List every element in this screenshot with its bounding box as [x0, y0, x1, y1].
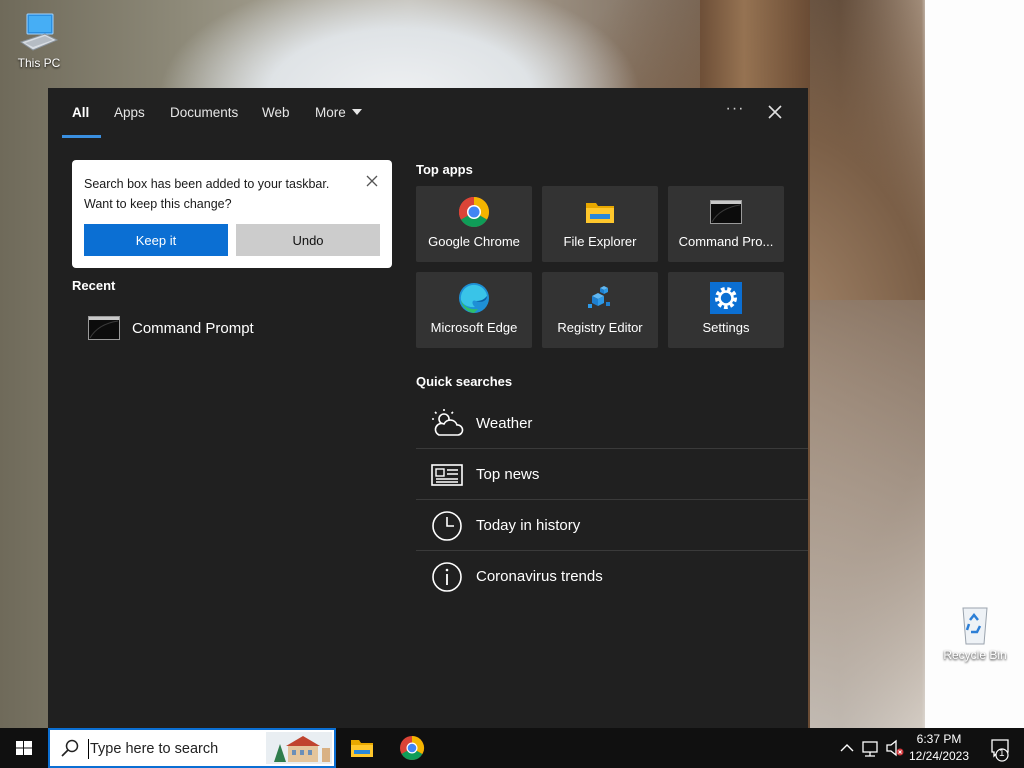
edge-icon	[459, 283, 489, 313]
taskbar-search-box[interactable]: Type here to search	[48, 728, 336, 768]
recent-heading: Recent	[72, 278, 116, 293]
tab-documents[interactable]: Documents	[170, 105, 238, 120]
top-app-label: Microsoft Edge	[430, 320, 518, 335]
search-icon	[61, 739, 79, 757]
network-icon[interactable]	[860, 728, 882, 768]
tab-more[interactable]: More	[315, 105, 362, 120]
quick-search-label: Coronavirus trends	[476, 568, 603, 585]
quick-search-coronavirus-trends[interactable]: Coronavirus trends	[416, 552, 808, 602]
top-app-label: File Explorer	[563, 234, 637, 249]
clock-time: 6:37 PM	[916, 732, 962, 746]
search-placeholder: Type here to search	[90, 741, 219, 757]
registry-editor-icon	[588, 286, 610, 308]
top-app-google-chrome[interactable]: Google Chrome	[416, 186, 532, 262]
windows-start-icon[interactable]	[0, 728, 48, 768]
news-icon	[431, 464, 463, 486]
action-center-button[interactable]: 1	[976, 728, 1024, 768]
top-app-label: Settings	[702, 320, 750, 335]
undo-button[interactable]: Undo	[236, 224, 380, 256]
top-app-label: Google Chrome	[428, 234, 520, 249]
this-pc-icon	[19, 13, 59, 51]
recent-item-command-prompt[interactable]: Command Prompt	[72, 308, 392, 348]
recycle-bin-icon	[962, 607, 988, 645]
search-panel: All Apps Documents Web More ··· Search b…	[48, 88, 808, 728]
command-prompt-icon	[710, 200, 742, 224]
quick-search-top-news[interactable]: Top news	[416, 450, 808, 500]
top-app-file-explorer[interactable]: File Explorer	[542, 186, 658, 262]
settings-gear-icon	[710, 282, 742, 314]
tab-web[interactable]: Web	[262, 105, 290, 120]
top-app-label: Command Pro...	[678, 234, 774, 249]
top-app-registry-editor[interactable]: Registry Editor	[542, 272, 658, 348]
tab-all[interactable]: All	[72, 105, 89, 120]
desktop-icon-recycle-bin[interactable]: Recycle Bin	[937, 602, 1013, 662]
weather-icon	[432, 409, 464, 436]
tab-apps[interactable]: Apps	[114, 105, 145, 120]
options-button[interactable]: ···	[723, 100, 747, 124]
file-explorer-icon[interactable]	[338, 728, 386, 768]
search-highlight-illustration	[266, 732, 332, 764]
top-apps-heading: Top apps	[416, 162, 473, 177]
desktop-icon-label: Recycle Bin	[943, 648, 1007, 662]
top-app-settings[interactable]: Settings	[668, 272, 784, 348]
text-cursor	[88, 739, 89, 759]
taskbar: Type here to search 6:37 PM 12/24/2023 1	[0, 728, 1024, 768]
quick-search-label: Today in history	[476, 517, 581, 534]
active-tab-indicator	[62, 135, 101, 138]
toast-message: Search box has been added to your taskba…	[84, 177, 330, 211]
top-app-label: Registry Editor	[557, 320, 643, 335]
clock-date: 12/24/2023	[908, 749, 970, 763]
chrome-icon[interactable]	[388, 728, 436, 768]
taskbar-change-toast: Search box has been added to your taskba…	[72, 160, 392, 268]
tab-more-label: More	[315, 105, 346, 120]
recent-item-label: Command Prompt	[132, 320, 254, 337]
clock-icon	[432, 511, 462, 541]
command-prompt-icon	[88, 316, 120, 340]
chevron-down-icon	[351, 109, 362, 115]
chrome-icon	[458, 197, 490, 228]
top-app-command-prompt[interactable]: Command Pro...	[668, 186, 784, 262]
chevron-up-icon[interactable]	[838, 728, 856, 768]
desktop-icon-this-pc[interactable]: This PC	[1, 10, 77, 70]
quick-searches-heading: Quick searches	[416, 374, 513, 389]
desktop-icon-label: This PC	[17, 56, 61, 70]
close-icon[interactable]	[765, 102, 785, 122]
quick-search-weather[interactable]: Weather	[416, 399, 808, 449]
wallpaper-shape	[810, 300, 925, 728]
taskbar-clock[interactable]: 6:37 PM 12/24/2023	[906, 731, 972, 765]
notification-count: 1	[999, 748, 1005, 759]
quick-search-label: Weather	[476, 415, 533, 432]
search-tabs: All Apps Documents Web More ···	[48, 88, 808, 138]
toast-close-icon[interactable]	[364, 173, 380, 189]
file-explorer-icon	[586, 203, 614, 223]
volume-muted-icon[interactable]	[884, 728, 906, 768]
info-icon	[432, 562, 462, 592]
quick-search-label: Top news	[476, 466, 540, 483]
top-app-microsoft-edge[interactable]: Microsoft Edge	[416, 272, 532, 348]
keep-it-button[interactable]: Keep it	[84, 224, 228, 256]
quick-search-today-in-history[interactable]: Today in history	[416, 501, 808, 551]
